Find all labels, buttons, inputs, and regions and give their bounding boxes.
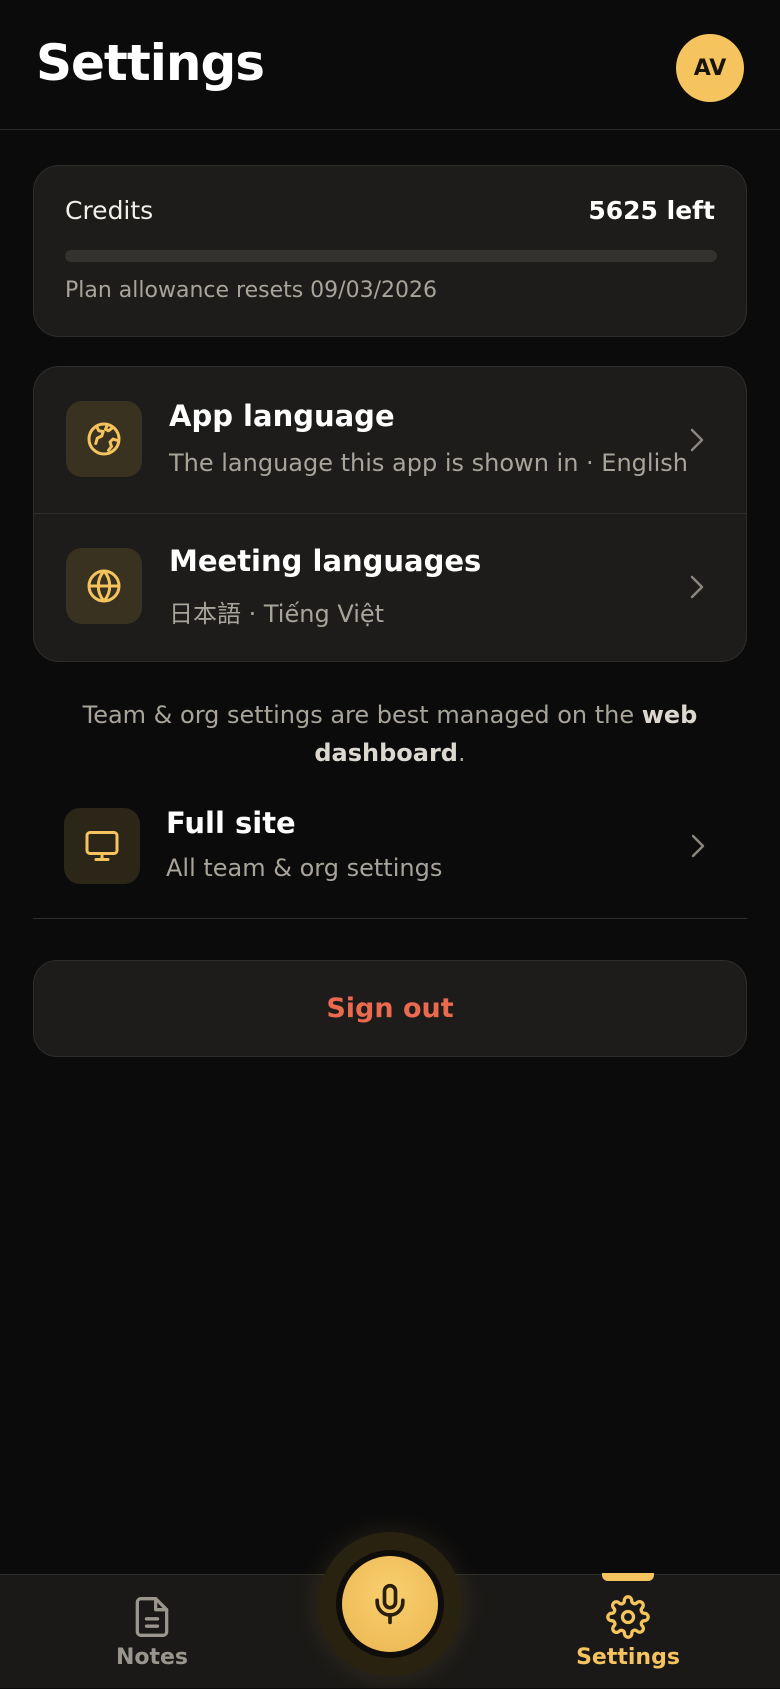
full-site-subtitle: All team & org settings [166, 854, 443, 882]
sign-out-button[interactable]: Sign out [33, 960, 747, 1057]
credits-remaining: 5625 left [588, 196, 715, 225]
credits-reset-text: Plan allowance resets 09/03/2026 [65, 278, 437, 303]
avatar[interactable]: AV [676, 34, 744, 102]
web-dashboard-note: Team & org settings are best managed on … [80, 696, 700, 772]
document-icon [135, 1597, 169, 1637]
page-title: Settings [36, 34, 265, 92]
credits-label: Credits [65, 196, 154, 225]
chevron-right-icon [690, 428, 704, 452]
credits-progress-bar [65, 250, 717, 262]
note-suffix: . [457, 739, 466, 767]
chevron-right-icon [691, 834, 705, 858]
note-text: Team & org settings are best managed on … [82, 701, 642, 729]
meeting-languages-title: Meeting languages [169, 544, 482, 578]
nav-tab-settings[interactable]: Settings [548, 1573, 708, 1689]
app-language-title: App language [169, 399, 395, 433]
gear-icon [606, 1595, 650, 1639]
globe-icon [66, 548, 142, 624]
header: Settings AV [0, 0, 780, 130]
app-language-subtitle: The language this app is shown in · Engl… [169, 449, 688, 477]
app-language-row[interactable]: App language The language this app is sh… [34, 367, 746, 513]
credits-card: Credits 5625 left Plan allowance resets … [33, 165, 747, 337]
language-settings-card: App language The language this app is sh… [33, 366, 747, 662]
chevron-right-icon [690, 575, 704, 599]
full-site-row[interactable]: Full site All team & org settings [33, 800, 747, 918]
nav-label-settings: Settings [576, 1645, 680, 1670]
active-tab-indicator [602, 1573, 654, 1581]
full-site-title: Full site [166, 806, 296, 840]
divider [33, 918, 747, 919]
meeting-languages-row[interactable]: Meeting languages 日本語 · Tiếng Việt [34, 514, 746, 660]
record-button[interactable] [336, 1550, 444, 1658]
monitor-icon [64, 808, 140, 884]
nav-label-notes: Notes [115, 1645, 189, 1670]
globe-africa-icon [66, 401, 142, 477]
meeting-languages-subtitle: 日本語 · Tiếng Việt [169, 600, 385, 628]
nav-tab-notes[interactable]: Notes [72, 1575, 232, 1689]
microphone-icon [375, 1583, 405, 1625]
